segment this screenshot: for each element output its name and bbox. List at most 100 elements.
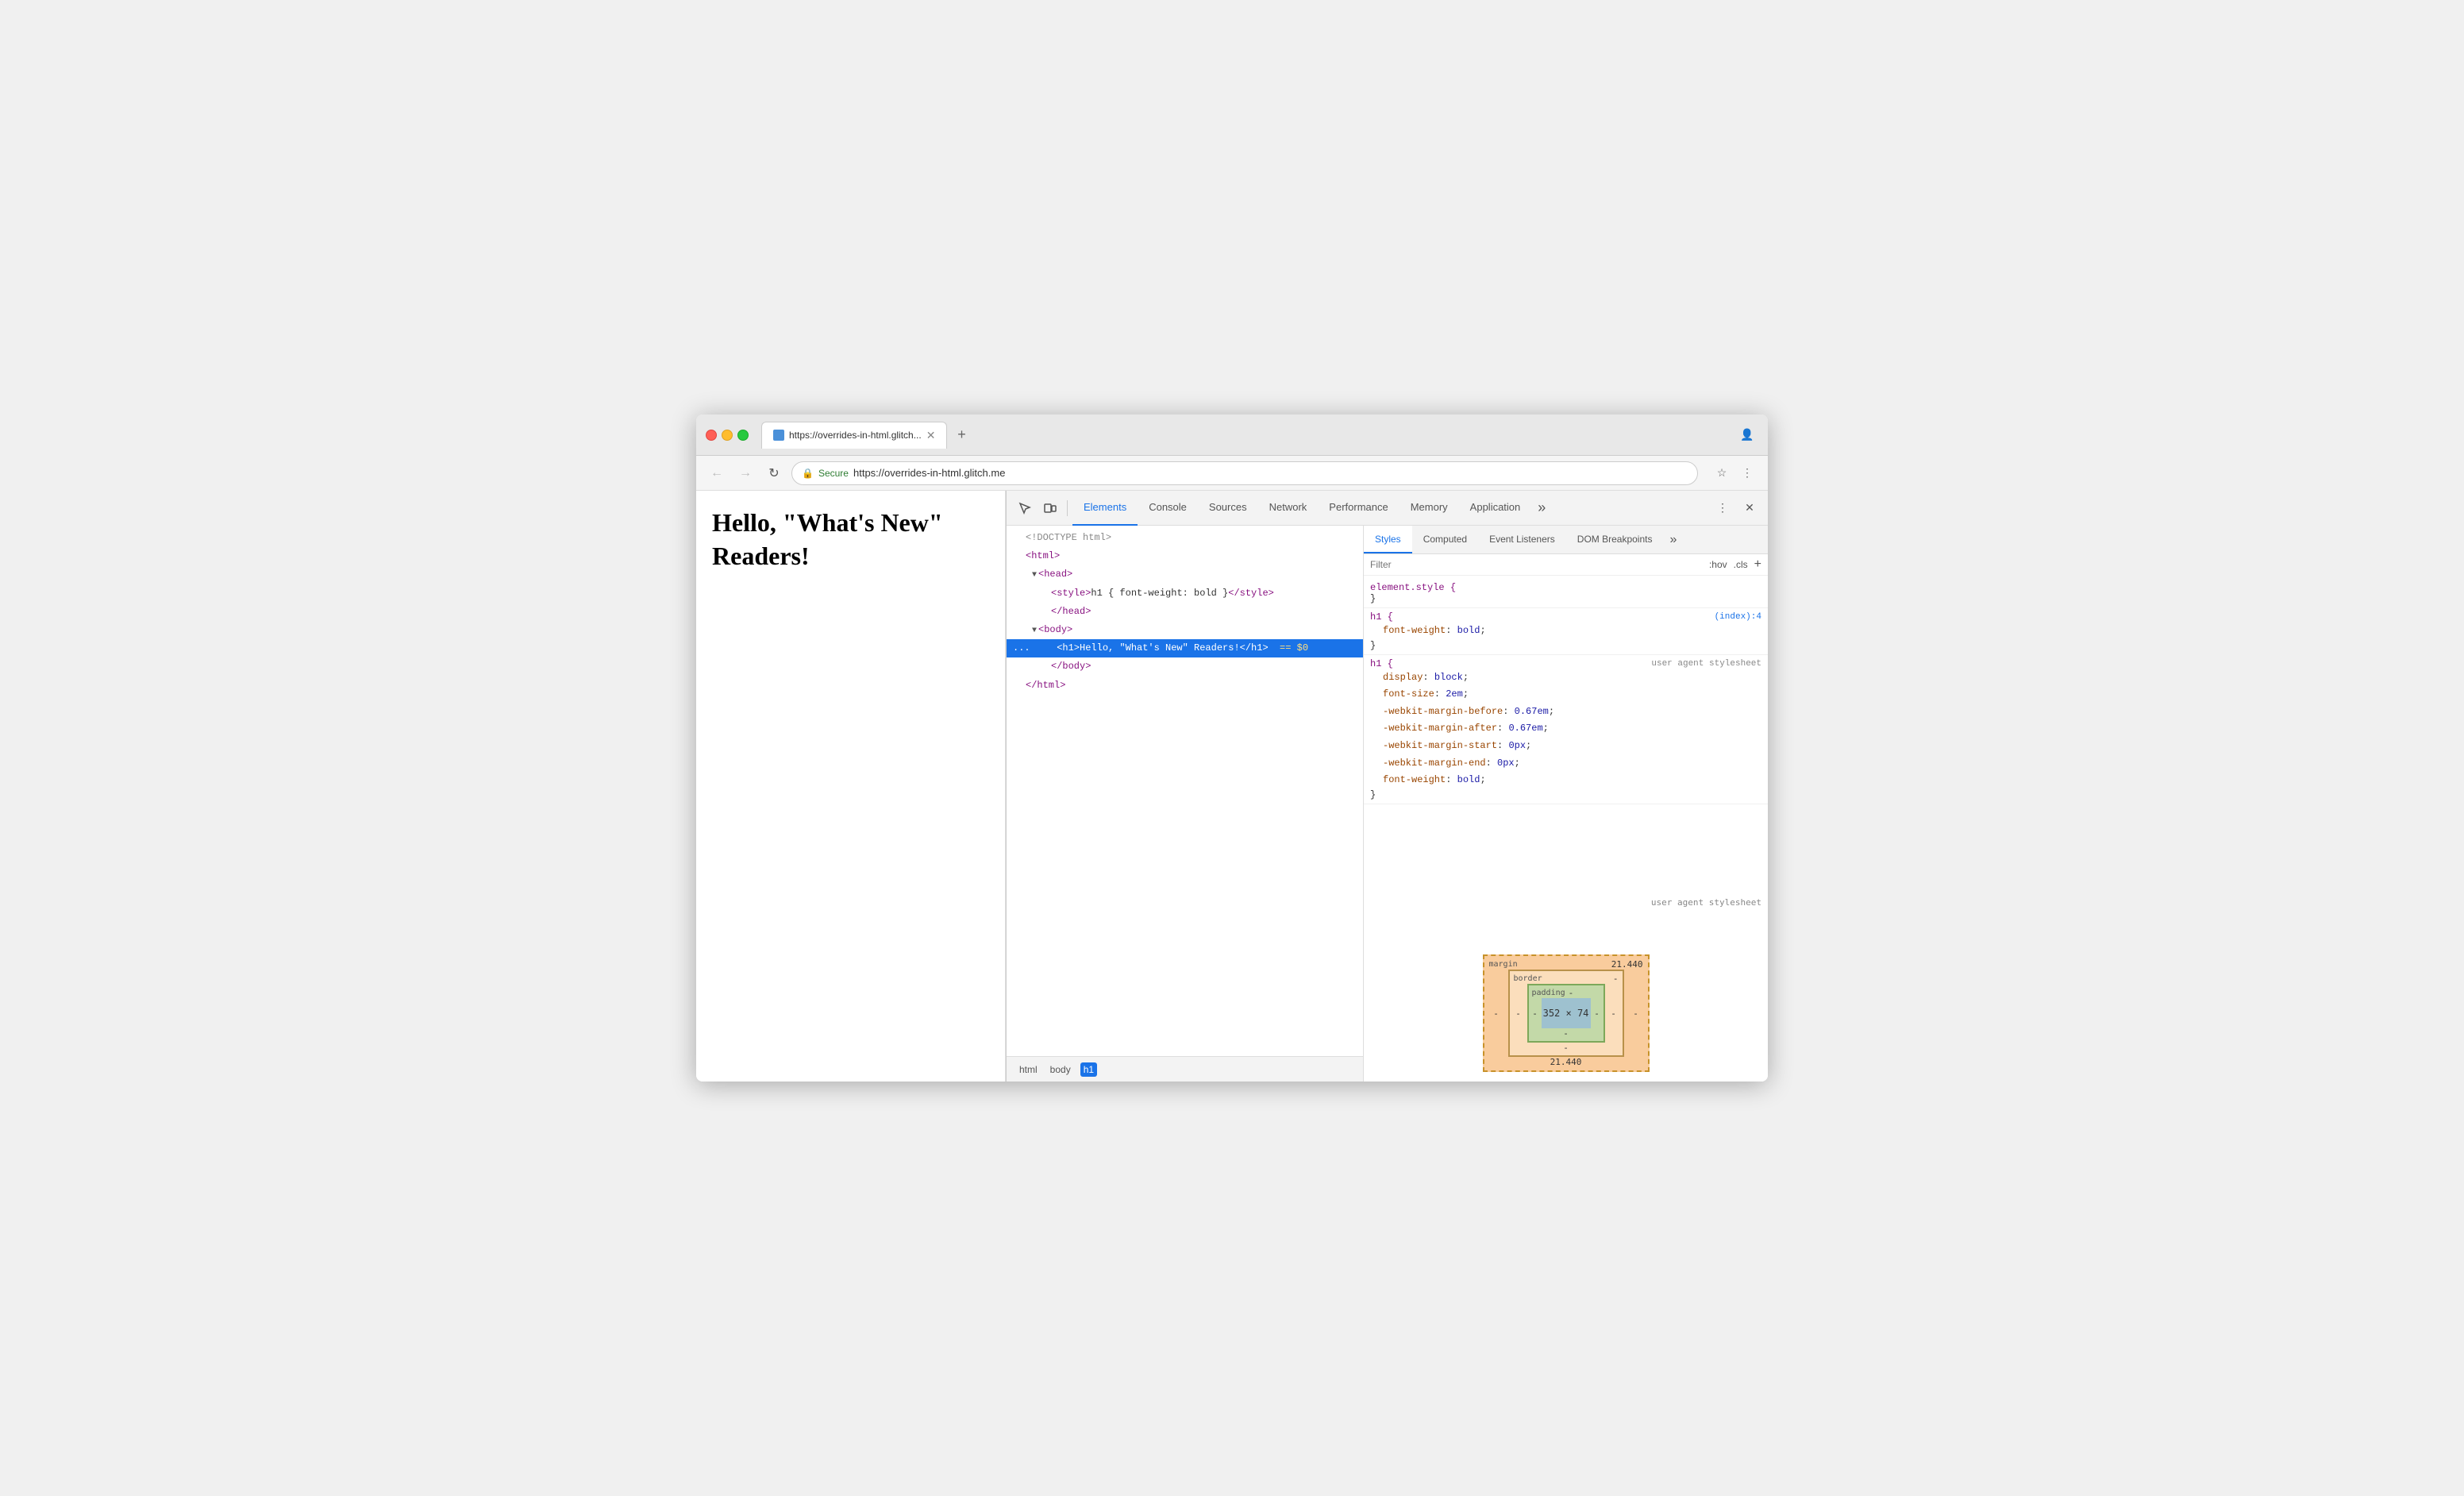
dom-panel: <!DOCTYPE html> <html> ▼<head> <style>h1 (1007, 526, 1364, 1082)
browser-tab[interactable]: https://overrides-in-html.glitch... ✕ (761, 422, 947, 449)
maximize-window-button[interactable] (737, 430, 749, 441)
traffic-lights (706, 430, 749, 441)
tab-sources[interactable]: Sources (1198, 491, 1258, 526)
add-style-rule-button[interactable]: + (1754, 557, 1761, 572)
tab-performance[interactable]: Performance (1318, 491, 1399, 526)
inspect-element-button[interactable] (1013, 496, 1037, 520)
border-value: - (1613, 974, 1619, 984)
dom-line-html-close[interactable]: </html> (1007, 677, 1363, 695)
dom-line-body-close[interactable]: </body> (1007, 657, 1363, 676)
address-bar: ← → ↻ 🔒 Secure https://overrides-in-html… (696, 456, 1768, 491)
tab-network[interactable]: Network (1258, 491, 1319, 526)
pseudo-class-filter[interactable]: :hov (1709, 559, 1727, 570)
dom-line-h1[interactable]: ... <h1>Hello, "What's New" Readers!</h1… (1007, 639, 1363, 657)
breadcrumb-html[interactable]: html (1016, 1062, 1041, 1077)
margin-label: margin (1489, 960, 1518, 969)
dom-line-head[interactable]: ▼<head> (1007, 565, 1363, 584)
tab-application[interactable]: Application (1459, 491, 1532, 526)
border-box: border - - paddin (1508, 970, 1624, 1057)
bookmark-button[interactable]: ☆ (1711, 462, 1733, 484)
style-prop-margin-end: -webkit-margin-end: 0px; (1370, 755, 1761, 773)
styles-tabs: Styles Computed Event Listeners DOM Brea… (1364, 526, 1768, 554)
minimize-window-button[interactable] (722, 430, 733, 441)
dom-content: <!DOCTYPE html> <html> ▼<head> <style>h1 (1007, 526, 1363, 1056)
style-brace-close: } (1370, 593, 1761, 604)
window-controls: 👤 (1736, 424, 1758, 446)
breadcrumb-body[interactable]: body (1047, 1062, 1074, 1077)
padding-right-value: - (1591, 998, 1604, 1028)
styles-filter-input[interactable] (1370, 559, 1703, 570)
forward-button[interactable]: → (734, 462, 757, 484)
styles-tab-dom-breakpoints[interactable]: DOM Breakpoints (1566, 526, 1664, 553)
tab-label: https://overrides-in-html.glitch... (789, 430, 922, 441)
devtools-window-controls: ⋮ ✕ (1711, 496, 1761, 520)
tab-close-button[interactable]: ✕ (926, 429, 936, 442)
style-rule-h1-ua: h1 { user agent stylesheet display: bloc… (1364, 655, 1768, 804)
device-toggle-button[interactable] (1038, 496, 1062, 520)
padding-value: - (1569, 988, 1574, 998)
url-actions: ☆ ⋮ (1711, 462, 1758, 484)
style-prop-margin-before: -webkit-margin-before: 0.67em; (1370, 704, 1761, 721)
devtools-body: <!DOCTYPE html> <html> ▼<head> <style>h1 (1007, 526, 1768, 1082)
style-rule-h1-custom: h1 { (index):4 font-weight: bold; } (1364, 608, 1768, 655)
dom-line-style[interactable]: <style>h1 { font-weight: bold }</style> (1007, 584, 1363, 603)
border-bottom-value: - (1510, 1043, 1623, 1055)
style-source-h1[interactable]: (index):4 (1715, 612, 1761, 622)
margin-bottom-value: 21.440 (1484, 1057, 1648, 1070)
tab-elements[interactable]: Elements (1072, 491, 1138, 526)
menu-button[interactable]: ⋮ (1736, 462, 1758, 484)
cls-filter[interactable]: .cls (1734, 559, 1748, 570)
close-window-button[interactable] (706, 430, 717, 441)
new-tab-button[interactable]: + (950, 424, 972, 446)
tab-memory[interactable]: Memory (1399, 491, 1459, 526)
content-size: 352 × 74 (1543, 1008, 1589, 1019)
style-rule-close-h1: } (1370, 640, 1761, 651)
style-rule-header-h1-ua: h1 { user agent stylesheet (1370, 658, 1761, 669)
secure-label: Secure (818, 468, 849, 479)
dom-line-head-close[interactable]: </head> (1007, 603, 1363, 621)
box-model-container: margin 21.440 - border - (1364, 945, 1768, 1082)
dom-line-doctype[interactable]: <!DOCTYPE html> (1007, 529, 1363, 547)
dom-line-body[interactable]: ▼<body> (1007, 621, 1363, 639)
style-rule-header-h1: h1 { (index):4 (1370, 611, 1761, 623)
devtools-toolbar: Elements Console Sources Network Perform… (1007, 491, 1768, 526)
border-left-value: - (1510, 984, 1527, 1043)
margin-right-value: - (1624, 970, 1648, 1057)
style-prop-display: display: block; (1370, 669, 1761, 687)
page-content: Hello, "What's New" Readers! (696, 491, 1006, 1082)
refresh-button[interactable]: ↻ (763, 462, 785, 484)
styles-tab-computed[interactable]: Computed (1412, 526, 1478, 553)
breadcrumb-h1[interactable]: h1 (1080, 1062, 1097, 1077)
padding-label: padding (1532, 989, 1565, 997)
margin-box: margin 21.440 - border - (1483, 954, 1650, 1072)
content-box: 352 × 74 (1542, 998, 1591, 1028)
devtools-close-button[interactable]: ✕ (1738, 496, 1761, 520)
style-selector-element: element.style { (1370, 582, 1761, 593)
back-button[interactable]: ← (706, 462, 728, 484)
styles-filter: :hov .cls + (1364, 554, 1768, 576)
more-styles-tabs-button[interactable]: » (1663, 526, 1683, 553)
style-source-ua: user agent stylesheet (1651, 659, 1761, 669)
user-account-icon[interactable]: 👤 (1736, 424, 1758, 446)
style-prop-margin-start: -webkit-margin-start: 0px; (1370, 738, 1761, 755)
style-prop-font-size: font-size: 2em; (1370, 686, 1761, 704)
main-area: Hello, "What's New" Readers! (696, 491, 1768, 1082)
secure-icon: 🔒 (802, 468, 814, 479)
devtools-settings-button[interactable]: ⋮ (1711, 496, 1734, 520)
tab-bar: https://overrides-in-html.glitch... ✕ + (761, 422, 1730, 449)
margin-top-value: 21.440 (1611, 959, 1643, 970)
box-model: margin 21.440 - border - (1483, 954, 1650, 1072)
style-selector-h1-ua: h1 { (1370, 658, 1393, 669)
style-selector-h1: h1 { (1370, 611, 1393, 623)
dom-breadcrumb: html body h1 (1007, 1056, 1363, 1082)
page-heading: Hello, "What's New" Readers! (712, 507, 989, 573)
style-prop-font-weight: font-weight: bold; (1370, 623, 1761, 640)
style-prop-font-weight-ua: font-weight: bold; (1370, 772, 1761, 789)
padding-left-value: - (1529, 998, 1542, 1028)
url-bar[interactable]: 🔒 Secure https://overrides-in-html.glitc… (791, 461, 1698, 485)
styles-tab-styles[interactable]: Styles (1364, 526, 1412, 553)
tab-console[interactable]: Console (1138, 491, 1198, 526)
styles-tab-event-listeners[interactable]: Event Listeners (1478, 526, 1566, 553)
dom-line-html[interactable]: <html> (1007, 547, 1363, 565)
more-tabs-button[interactable]: » (1531, 491, 1552, 526)
